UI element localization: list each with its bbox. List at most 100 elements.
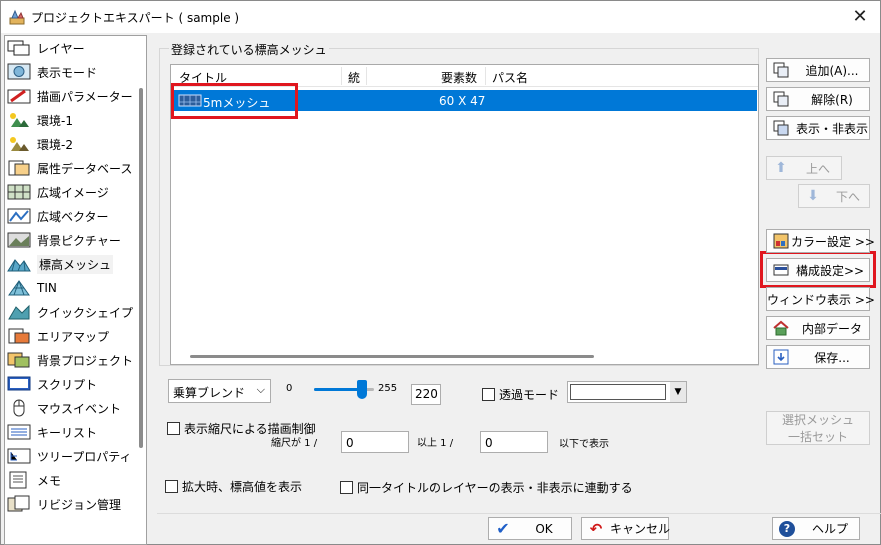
quick-shape-icon [8,304,30,320]
arrow-up-icon: ⬆ [775,160,787,176]
undo-icon: ↶ [589,519,603,538]
move-up-button[interactable]: ⬆ 上へ [766,156,842,180]
checkbox-box [482,388,495,401]
sidebar-item-layers[interactable]: レイヤー [7,37,85,59]
transparent-mode-checkbox[interactable]: 透過モード [482,386,559,403]
window-title: プロジェクトエキスパート ( sample ) [31,11,240,25]
blend-slider[interactable] [314,380,374,400]
script-icon [7,376,31,391]
mesh-list-hscrollbar[interactable] [172,349,758,363]
mesh-list-hscroll-thumb[interactable] [190,355,594,358]
category-sidebar: レイヤー 表示モード 描画パラメーター 環境-1 環境-2 属性データベース 広… [4,35,147,545]
sidebar-item-tin[interactable]: TIN [7,277,57,299]
help-button[interactable]: ? ヘルプ [772,517,860,540]
environment-icon [10,137,29,151]
key-list-icon [7,424,31,440]
sidebar-item-quick-shape[interactable]: クイックシェイプ [7,301,133,323]
cancel-button[interactable]: ↶ キャンセル [581,517,670,540]
layers-icon [7,40,30,56]
sidebar-item-environment-1[interactable]: 環境-1 [7,109,73,131]
wide-vector-icon [7,208,31,224]
app-icon [9,9,25,25]
slider-max-label: 255 [378,383,398,394]
mesh-row-count: 60 X 47 [439,94,486,108]
mouse-icon [13,399,25,417]
scale-above-label: 以上 1 / [417,438,454,449]
environment-icon [10,113,29,127]
slider-thumb[interactable] [357,380,367,399]
wide-image-icon [7,184,31,200]
slider-min-label: 0 [286,383,293,394]
sidebar-item-background-project[interactable]: 背景プロジェクト [7,349,133,371]
ok-button[interactable]: ✔ OK [488,517,572,540]
color-settings-button[interactable]: カラー設定 >> [766,229,875,253]
add-icon [773,62,789,78]
highlight-mesh-row [171,83,298,119]
sidebar-item-tree-property[interactable]: ツリープロパティ [7,445,132,467]
column-kind[interactable]: 統 [348,69,360,86]
close-icon: ✕ [852,6,868,27]
mesh-group-label: 登録されている標高メッシュ [169,41,329,58]
sidebar-item-memo[interactable]: メモ [7,469,61,491]
revision-icon [7,495,30,512]
column-path[interactable]: パス名 [492,69,528,86]
config-settings-button[interactable]: 構成設定>> [766,258,870,282]
color-swatch [570,384,666,400]
show-hide-button[interactable]: 表示・非表示 [766,116,870,140]
slider-fill [314,388,362,391]
help-icon: ? [779,520,795,537]
link-layers-checkbox[interactable]: 同一タイトルのレイヤーの表示・非表示に連動する [340,479,633,496]
sidebar-item-revision[interactable]: リビジョン管理 [7,493,121,515]
sidebar-item-display-mode[interactable]: 表示モード [7,61,97,83]
checkbox-box [165,480,178,493]
sidebar-item-background-picture[interactable]: 背景ピクチャー [7,229,121,251]
blend-value-field[interactable]: 220 [411,384,441,405]
memo-icon [9,471,27,489]
arrow-down-icon: ⬇ [807,188,819,204]
footer-divider [157,513,881,514]
save-button[interactable]: 保存... [766,345,870,369]
scale-below-label: 以下で表示 [559,439,609,450]
show-elevation-checkbox[interactable]: 拡大時、標高値を表示 [165,478,302,495]
tin-icon [8,280,30,296]
sidebar-item-environment-2[interactable]: 環境-2 [7,133,73,155]
background-picture-icon [7,232,31,248]
tree-property-icon [7,448,31,464]
title-bar: プロジェクトエキスパート ( sample ) ✕ [1,1,880,33]
sidebar-item-elevation-mesh[interactable]: 標高メッシュ [7,253,114,275]
dialog-window: プロジェクトエキスパート ( sample ) ✕ レイヤー 表示モード 描画パ… [0,0,881,545]
scale-to-field[interactable]: 0 [480,431,548,453]
add-button[interactable]: 追加(A)... [766,58,870,82]
move-down-button[interactable]: ⬇ 下へ [798,184,870,208]
column-count[interactable]: 要素数 [441,69,477,86]
chevron-down-icon: ▼ [670,382,686,402]
home-icon [773,320,789,336]
save-icon [773,349,789,365]
batch-set-button[interactable]: 選択メッシュ 一括セット [766,411,870,445]
sidebar-item-wide-image[interactable]: 広域イメージ [7,181,109,203]
sidebar-item-draw-parameter[interactable]: 描画パラメーター [7,85,133,107]
internal-data-button[interactable]: 内部データ [766,316,870,340]
check-icon: ✔ [496,518,510,538]
sidebar-scrollbar-thumb[interactable] [139,88,143,448]
elevation-mesh-icon [7,259,31,272]
transparent-color-select[interactable]: ▼ [567,381,687,403]
sidebar-item-attribute-database[interactable]: 属性データベース [7,157,132,179]
scale-prefix-label: 縮尺が 1 / [271,438,318,449]
display-mode-icon [7,63,31,80]
blend-mode-select[interactable]: 乗算ブレンド ⌵ [168,379,271,403]
checkbox-box [167,422,180,435]
color-palette-icon [773,233,789,249]
sidebar-item-script[interactable]: スクリプト [7,373,97,395]
sidebar-item-key-list[interactable]: キーリスト [7,421,97,443]
sidebar-item-wide-vector[interactable]: 広域ベクター [7,205,109,227]
close-button[interactable]: ✕ [848,5,872,29]
remove-button[interactable]: 解除(R) [766,87,870,111]
sidebar-item-area-map[interactable]: エリアマップ [7,325,109,347]
sidebar-scrollbar[interactable] [138,36,146,544]
window-display-button[interactable]: ウィンドウ表示 >> [766,287,875,311]
attribute-database-icon [8,160,30,176]
area-map-icon [8,328,30,344]
scale-from-field[interactable]: 0 [341,431,409,453]
sidebar-item-mouse-event[interactable]: マウスイベント [7,397,121,419]
